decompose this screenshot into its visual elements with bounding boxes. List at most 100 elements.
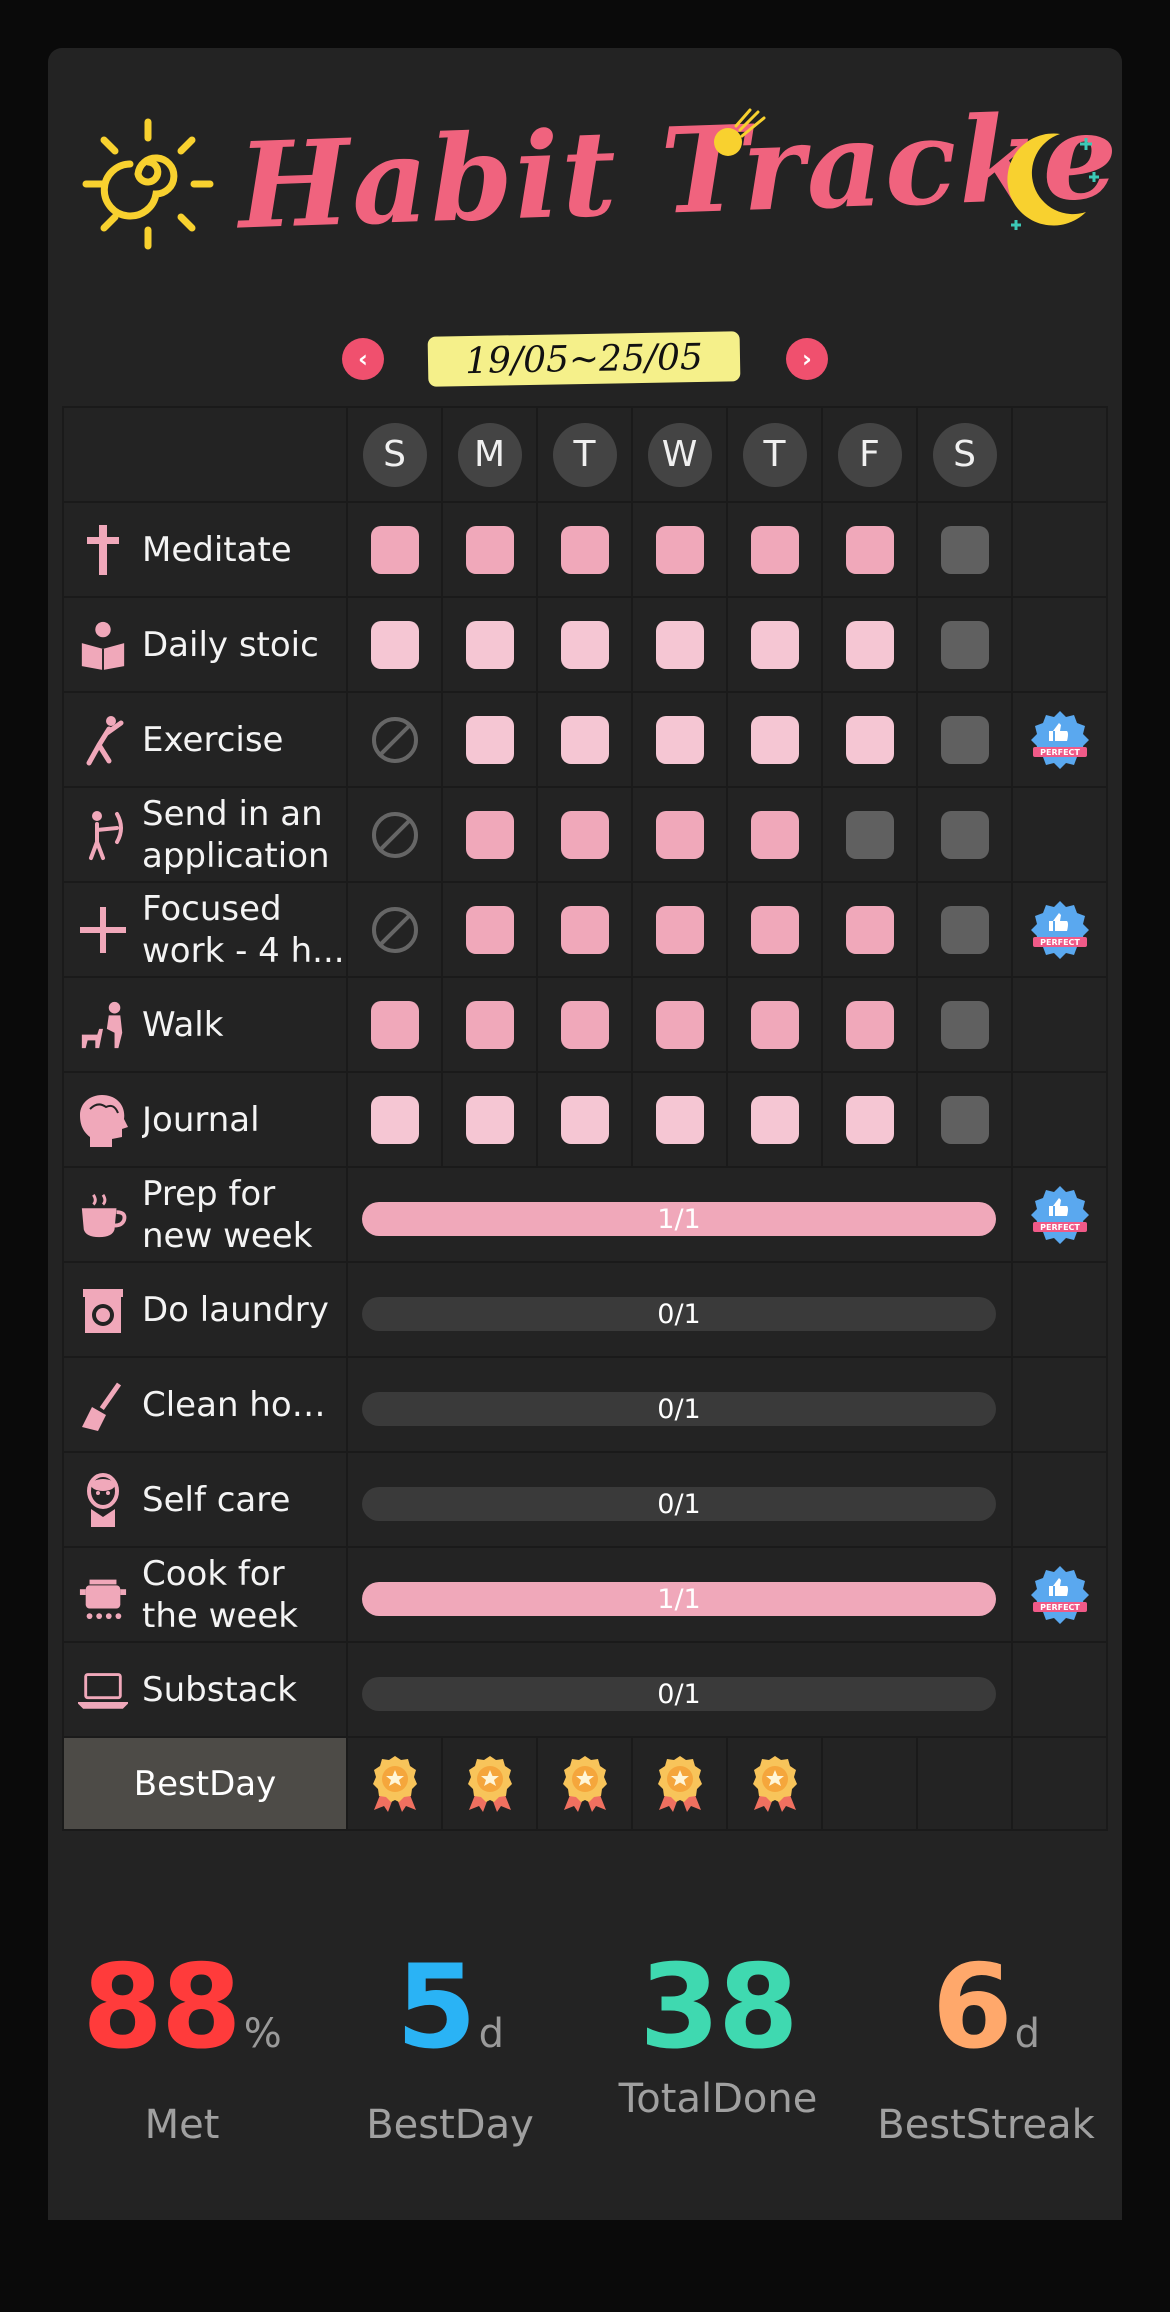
checkbox-done[interactable] <box>370 1095 419 1144</box>
day-cell[interactable] <box>821 501 916 596</box>
checkbox-empty[interactable] <box>940 715 989 764</box>
day-cell[interactable] <box>726 881 821 976</box>
checkbox-empty[interactable] <box>940 620 989 669</box>
checkbox-done[interactable] <box>560 525 609 574</box>
day-cell[interactable] <box>346 881 441 976</box>
checkbox-empty[interactable] <box>845 810 894 859</box>
checkbox-done[interactable] <box>465 620 514 669</box>
habit-name-cell[interactable]: Prep for new week <box>62 1166 346 1261</box>
checkbox-done[interactable] <box>465 715 514 764</box>
day-cell[interactable] <box>346 596 441 691</box>
habit-name-cell[interactable]: Substack <box>62 1641 346 1736</box>
day-cell[interactable] <box>441 691 536 786</box>
checkbox-done[interactable] <box>560 620 609 669</box>
checkbox-done[interactable] <box>750 810 799 859</box>
checkbox-done[interactable] <box>845 620 894 669</box>
checkbox-done[interactable] <box>465 1095 514 1144</box>
checkbox-empty[interactable] <box>940 810 989 859</box>
day-cell[interactable] <box>916 691 1011 786</box>
checkbox-done[interactable] <box>845 1095 894 1144</box>
day-cell[interactable] <box>821 596 916 691</box>
checkbox-done[interactable] <box>655 1095 704 1144</box>
progress-bar[interactable]: 0/1 <box>362 1392 996 1426</box>
checkbox-done[interactable] <box>750 715 799 764</box>
day-cell[interactable] <box>441 786 536 881</box>
checkbox-empty[interactable] <box>940 1000 989 1049</box>
day-cell[interactable] <box>726 691 821 786</box>
day-cell[interactable] <box>726 1071 821 1166</box>
habit-name-cell[interactable]: Exercise <box>62 691 346 786</box>
day-cell[interactable] <box>346 1071 441 1166</box>
day-cell[interactable] <box>536 1071 631 1166</box>
day-cell[interactable] <box>726 596 821 691</box>
weekly-progress-cell[interactable]: 0/1 <box>346 1451 1011 1546</box>
day-cell[interactable] <box>441 596 536 691</box>
progress-bar[interactable]: 0/1 <box>362 1677 996 1711</box>
checkbox-done[interactable] <box>845 905 894 954</box>
habit-name-cell[interactable]: Cook for the week <box>62 1546 346 1641</box>
day-cell[interactable] <box>536 976 631 1071</box>
day-cell[interactable] <box>916 596 1011 691</box>
day-cell[interactable] <box>916 976 1011 1071</box>
weekly-progress-cell[interactable]: 0/1 <box>346 1641 1011 1736</box>
checkbox-done[interactable] <box>655 905 704 954</box>
day-cell[interactable] <box>536 501 631 596</box>
day-cell[interactable] <box>631 881 726 976</box>
day-cell[interactable] <box>916 1071 1011 1166</box>
day-cell[interactable] <box>631 691 726 786</box>
day-cell[interactable] <box>821 976 916 1071</box>
checkbox-done[interactable] <box>465 525 514 574</box>
checkbox-empty[interactable] <box>940 525 989 574</box>
checkbox-done[interactable] <box>560 905 609 954</box>
checkbox-done[interactable] <box>655 810 704 859</box>
habit-name-cell[interactable]: Do laundry <box>62 1261 346 1356</box>
day-cell[interactable] <box>821 786 916 881</box>
progress-bar[interactable]: 0/1 <box>362 1487 996 1521</box>
checkbox-done[interactable] <box>845 1000 894 1049</box>
checkbox-done[interactable] <box>465 1000 514 1049</box>
day-cell[interactable] <box>536 786 631 881</box>
day-cell[interactable] <box>441 501 536 596</box>
day-cell[interactable] <box>726 786 821 881</box>
day-cell[interactable] <box>916 881 1011 976</box>
progress-bar[interactable]: 0/1 <box>362 1297 996 1331</box>
day-cell[interactable] <box>726 501 821 596</box>
habit-name-cell[interactable]: Self care <box>62 1451 346 1546</box>
progress-bar[interactable]: 1/1 <box>362 1202 996 1236</box>
day-cell[interactable] <box>536 691 631 786</box>
day-cell[interactable] <box>631 596 726 691</box>
day-cell[interactable] <box>631 501 726 596</box>
day-cell[interactable] <box>631 976 726 1071</box>
checkbox-done[interactable] <box>370 525 419 574</box>
checkbox-done[interactable] <box>845 525 894 574</box>
day-cell[interactable] <box>631 786 726 881</box>
checkbox-empty[interactable] <box>940 905 989 954</box>
habit-name-cell[interactable]: Daily stoic <box>62 596 346 691</box>
day-cell[interactable] <box>821 691 916 786</box>
weekly-progress-cell[interactable]: 1/1 <box>346 1166 1011 1261</box>
checkbox-done[interactable] <box>750 905 799 954</box>
day-cell[interactable] <box>346 976 441 1071</box>
checkbox-empty[interactable] <box>940 1095 989 1144</box>
day-cell[interactable] <box>441 1071 536 1166</box>
day-cell[interactable] <box>441 881 536 976</box>
next-week-button[interactable]: › <box>786 338 828 380</box>
checkbox-done[interactable] <box>655 1000 704 1049</box>
checkbox-done[interactable] <box>655 525 704 574</box>
checkbox-done[interactable] <box>655 715 704 764</box>
checkbox-done[interactable] <box>465 810 514 859</box>
day-cell[interactable] <box>346 786 441 881</box>
checkbox-done[interactable] <box>370 620 419 669</box>
day-cell[interactable] <box>346 691 441 786</box>
checkbox-done[interactable] <box>750 1000 799 1049</box>
checkbox-done[interactable] <box>655 620 704 669</box>
day-cell[interactable] <box>821 1071 916 1166</box>
day-cell[interactable] <box>726 976 821 1071</box>
habit-name-cell[interactable]: Send in an application <box>62 786 346 881</box>
weekly-progress-cell[interactable]: 0/1 <box>346 1261 1011 1356</box>
checkbox-done[interactable] <box>465 905 514 954</box>
weekly-progress-cell[interactable]: 0/1 <box>346 1356 1011 1451</box>
habit-name-cell[interactable]: Meditate <box>62 501 346 596</box>
checkbox-done[interactable] <box>560 810 609 859</box>
day-cell[interactable] <box>821 881 916 976</box>
